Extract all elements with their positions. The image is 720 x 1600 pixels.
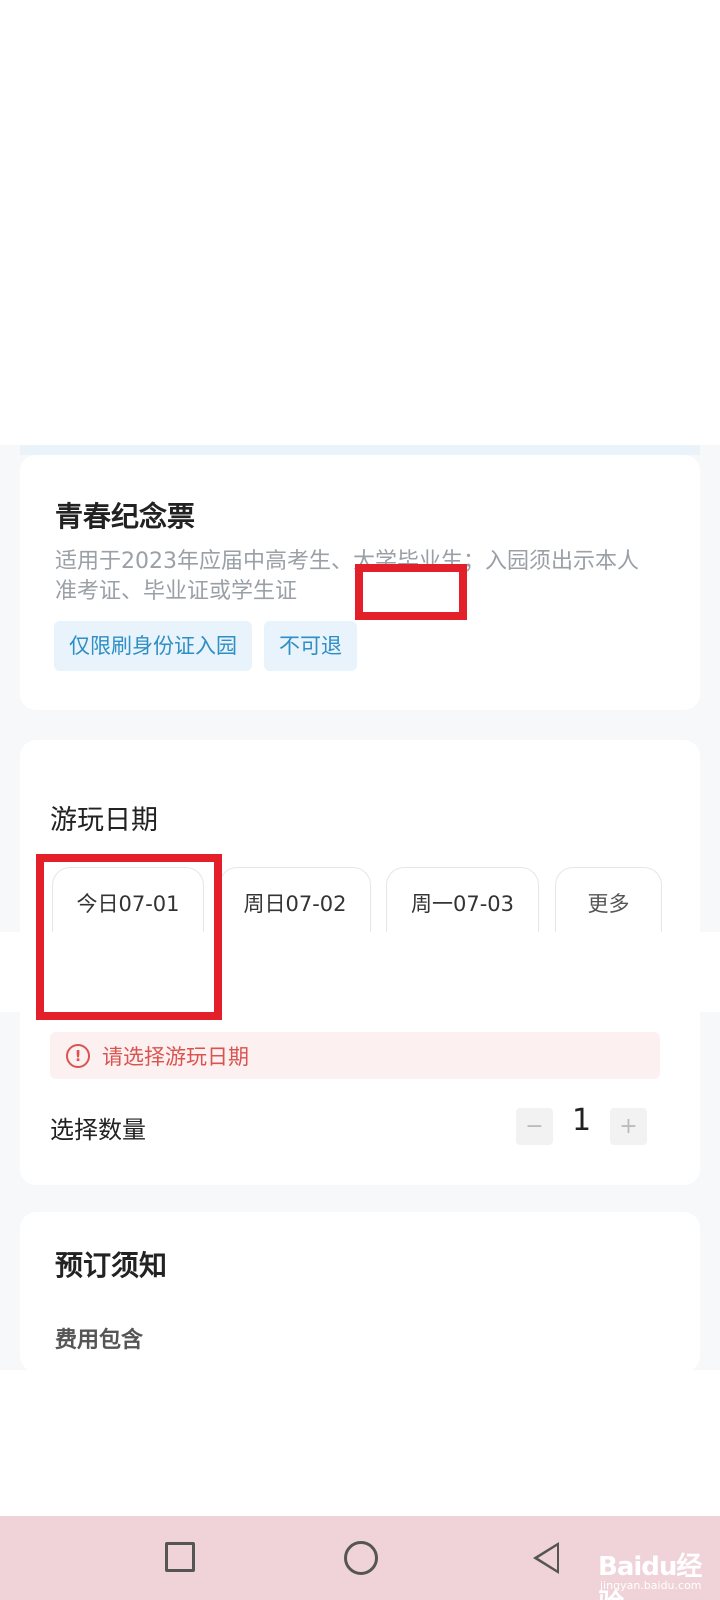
date-option-monday[interactable]: 周一07-03 (386, 867, 539, 937)
today-date-highlight-box (36, 854, 222, 1020)
recent-apps-icon[interactable] (165, 1542, 195, 1572)
visit-date-title: 游玩日期 (50, 805, 158, 836)
ticket-tags: 仅限刷身份证入园 不可退 (54, 621, 357, 671)
tag-non-refundable: 不可退 (264, 621, 357, 671)
date-warning-banner: ! 请选择游玩日期 (50, 1032, 660, 1079)
booking-notice-card: 预订须知 费用包含 (20, 1212, 700, 1372)
date-warning-text: 请选择游玩日期 (102, 1044, 249, 1069)
quantity-value: 1 (571, 1103, 592, 1138)
fee-includes-heading: 费用包含 (55, 1328, 144, 1353)
tag-id-card-entry: 仅限刷身份证入园 (54, 621, 252, 671)
date-option-sunday[interactable]: 周日07-02 (219, 867, 371, 937)
watermark-url: jingyan.baidu.com (600, 1579, 702, 1592)
quantity-label: 选择数量 (50, 1116, 146, 1144)
ticket-title: 青春纪念票 (55, 500, 196, 533)
home-icon[interactable] (344, 1541, 378, 1575)
booking-notice-title: 预订须知 (55, 1249, 168, 1282)
student-id-highlight-box (355, 564, 467, 620)
back-icon-inner (538, 1546, 557, 1570)
warning-circle-icon: ! (66, 1043, 90, 1068)
minus-icon[interactable]: − (516, 1108, 553, 1145)
ticket-header-strip (20, 445, 700, 455)
plus-icon[interactable]: + (610, 1108, 647, 1145)
date-option-more[interactable]: 更多 (555, 867, 662, 937)
top-blank-area (0, 0, 720, 445)
